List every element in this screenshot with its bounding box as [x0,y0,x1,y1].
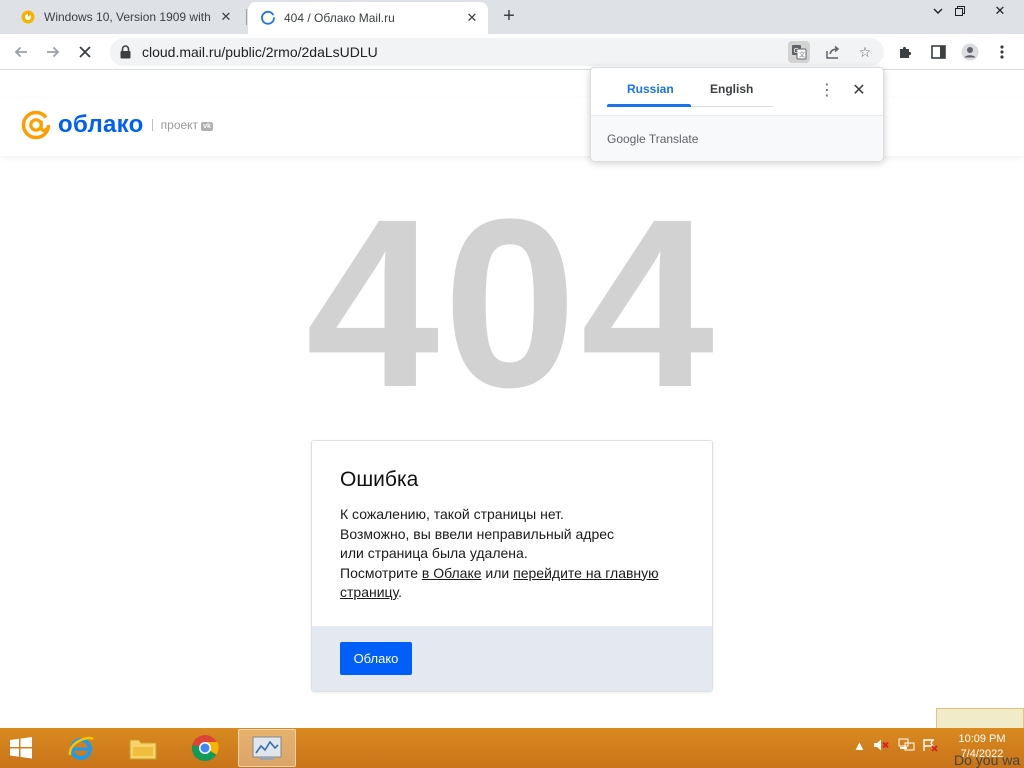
error-title: Ошибка [340,468,419,491]
bookmark-star-icon[interactable]: ☆ [854,41,876,63]
loading-spinner-icon [260,10,276,26]
tab-close-icon[interactable]: ✕ [218,9,234,25]
browser-tab-active[interactable]: 404 / Облако Mail.ru ✕ [248,2,488,34]
browser-menu-icon[interactable] [989,39,1015,65]
watermark-text: Do you wa [954,752,1021,768]
lock-icon[interactable] [120,45,131,64]
translate-footer: Google Translate [591,115,883,161]
error-text: или [481,564,514,581]
start-button[interactable] [6,734,40,762]
volume-muted-icon[interactable] [873,738,889,755]
error-message: К сожалению, такой страницы нет. Возможн… [340,505,700,603]
show-hidden-icons-chevron[interactable]: ▲ [853,738,866,753]
active-app-icon[interactable] [238,729,296,767]
window-restore-icon[interactable] [944,0,976,22]
window-close-icon[interactable]: ✕ [984,0,1016,22]
oblako-logo[interactable]: облако проект vk [20,109,214,141]
browser-toolbar: cloud.mail.ru/public/2rmo/2daLsUDLU G文 ☆ [0,34,1024,70]
translate-active-indicator [607,104,691,107]
error-code-404: 404 [305,169,719,437]
svg-text:文: 文 [799,51,805,59]
google-translate-brand: Google Translate [607,132,698,146]
share-icon[interactable] [822,41,844,63]
tab-close-icon[interactable]: ✕ [464,10,480,26]
tab-title: Windows 10, Version 1909 with l [44,10,212,24]
browser-tab-strip: Windows 10, Version 1909 with l ✕ 404 / … [0,0,1024,34]
tab-favicon-icon [20,9,36,25]
google-wordmark: Google [607,132,646,146]
error-line: К сожалению, такой страницы нет. [340,506,564,522]
clock-time: 10:09 PM [958,733,1006,745]
forward-arrow-icon[interactable] [40,39,66,65]
address-bar[interactable]: cloud.mail.ru/public/2rmo/2daLsUDLU G文 ☆ [110,38,884,66]
url-text[interactable]: cloud.mail.ru/public/2rmo/2daLsUDLU [142,44,378,60]
chrome-icon[interactable] [176,729,234,767]
file-explorer-icon[interactable] [114,729,172,767]
translate-icon[interactable]: G文 [788,41,810,63]
translate-close-icon[interactable]: ✕ [849,80,869,100]
translate-tab-english[interactable]: English [710,82,753,96]
error-text: Посмотрите [340,564,422,581]
action-center-flag-icon[interactable] [922,738,938,755]
browser-tab[interactable]: Windows 10, Version 1909 with l ✕ [8,0,244,34]
tab-divider [246,9,247,25]
oblako-button[interactable]: Облако [340,642,412,675]
extensions-puzzle-icon[interactable] [893,39,919,65]
network-icon[interactable] [898,738,916,755]
oblako-link[interactable]: в Облаке [422,565,482,581]
stop-loading-icon[interactable] [72,39,98,65]
translate-wordmark: Translate [648,132,699,146]
error-line: Возможно, вы ввели неправильный адрес [340,525,615,542]
error-line: Посмотрите в Облаке или перейдите на гла… [340,564,700,603]
translate-popup: Russian English ⋮ ✕ Google Translate [590,67,884,161]
project-label: проект [160,118,199,132]
windows-logo-icon [10,737,32,759]
translate-options-icon[interactable]: ⋮ [819,80,835,100]
error-card-footer: Облако [312,626,712,691]
back-arrow-icon[interactable] [8,39,34,65]
profile-avatar-icon[interactable] [957,39,983,65]
page-content: облако проект vk 404 Ошибка К сожалению,… [0,70,1024,728]
new-tab-button[interactable]: + [498,6,520,28]
at-sign-logo-icon [21,110,51,140]
windows-taskbar: ▲ 10:09 PM 7/4/2022 [0,728,1024,768]
side-panel-icon[interactable] [925,39,951,65]
error-text: . [398,584,403,600]
internet-explorer-icon[interactable] [52,729,110,767]
tab-title: 404 / Облако Mail.ru [284,11,395,25]
vk-badge-icon: vk [201,121,214,131]
translate-tab-russian[interactable]: Russian [627,82,674,96]
logo-text: облако [58,111,144,138]
error-line: или страница была удалена. [340,545,528,561]
error-card: Ошибка К сожалению, такой страницы нет. … [311,440,713,692]
logo-divider [151,119,153,131]
